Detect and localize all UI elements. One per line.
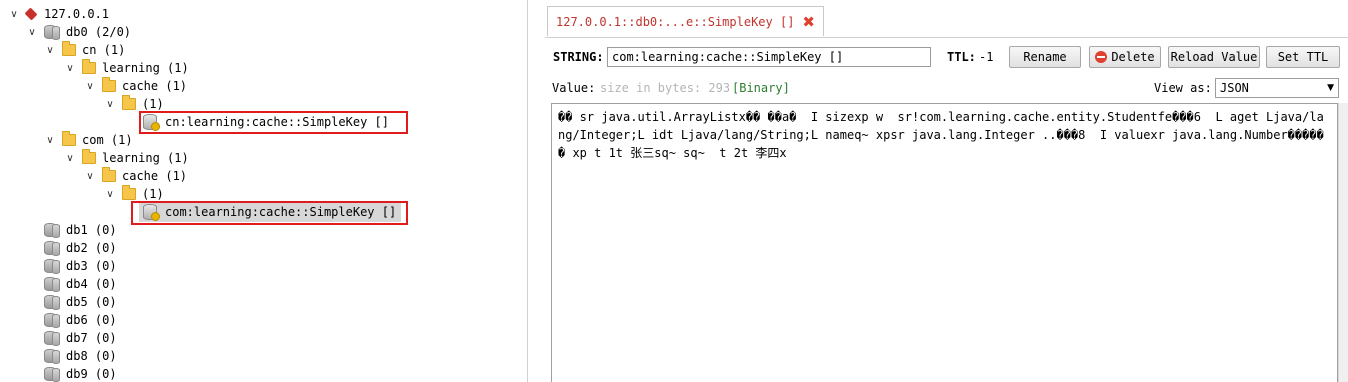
cn-key-label: cn:learning:cache::SimpleKey [] [165, 115, 389, 129]
tree-db0-node[interactable]: db0 (2/0) [44, 23, 131, 41]
tab-key-view[interactable]: 127.0.0.1::db0:...e::SimpleKey [] ✖ [547, 6, 824, 36]
database-icon [44, 349, 60, 364]
tree-db5-node[interactable]: db5 (0) [44, 293, 117, 311]
tree-db1-node[interactable]: db1 (0) [44, 221, 117, 239]
chevron-down-icon[interactable]: ∨ [64, 59, 76, 77]
tree-com-key-selected[interactable]: com:learning:cache::SimpleKey [] [143, 203, 396, 221]
db8-label: db8 (0) [66, 349, 117, 363]
rename-button-label: Rename [1023, 50, 1067, 64]
tree-db4-node[interactable]: db4 (0) [44, 275, 117, 293]
tree-com-folder[interactable]: com (1) [62, 131, 133, 149]
delete-icon [1095, 51, 1108, 63]
folder-icon [102, 77, 116, 92]
delete-button-label: Delete [1111, 50, 1155, 64]
tree-db3-node[interactable]: db3 (0) [44, 257, 117, 275]
view-as-value: JSON [1220, 81, 1249, 95]
chevron-down-icon[interactable]: ∨ [84, 167, 96, 185]
db5-label: db5 (0) [66, 295, 117, 309]
chevron-down-icon[interactable]: ∨ [44, 131, 56, 149]
cn-cache-label: cache (1) [122, 79, 188, 93]
db6-label: db6 (0) [66, 313, 117, 327]
chevron-down-icon[interactable]: ∨ [104, 95, 116, 113]
db3-label: db3 (0) [66, 259, 117, 273]
chevron-down-icon[interactable]: ∨ [8, 5, 20, 23]
binary-indicator: [Binary] [732, 81, 790, 95]
chevron-down-icon[interactable]: ∨ [44, 41, 56, 59]
tree-cn-cache-folder[interactable]: cache (1) [102, 77, 187, 95]
delete-button[interactable]: Delete [1089, 46, 1161, 68]
tree-db8-node[interactable]: db8 (0) [44, 347, 117, 365]
dropdown-arrow-icon: ▼ [1327, 83, 1334, 93]
value-size-hint: size in bytes: 293 [600, 81, 731, 95]
cn-folder-label: cn (1) [82, 43, 126, 57]
tree-cn-learning-folder[interactable]: learning (1) [82, 59, 189, 77]
database-icon [44, 313, 60, 328]
com-learning-label: learning (1) [102, 151, 189, 165]
string-key-icon [143, 114, 160, 131]
db2-label: db2 (0) [66, 241, 117, 255]
db0-label: db0 (2/0) [66, 25, 132, 39]
database-icon [44, 331, 60, 346]
set-ttl-button-label: Set TTL [1277, 50, 1329, 64]
rename-button[interactable]: Rename [1009, 46, 1081, 68]
chevron-down-icon[interactable]: ∨ [26, 23, 38, 41]
database-icon [44, 241, 60, 256]
tab-bar: 127.0.0.1::db0:...e::SimpleKey [] ✖ [545, 0, 1348, 38]
db7-label: db7 (0) [66, 331, 117, 345]
folder-icon [102, 167, 116, 182]
com-cache-label: cache (1) [122, 169, 188, 183]
tree-server-node[interactable]: 127.0.0.1 [24, 5, 109, 23]
tree-cn-folder[interactable]: cn (1) [62, 41, 125, 59]
value-scrollbar[interactable] [1338, 103, 1348, 382]
tree-com-learning-folder[interactable]: learning (1) [82, 149, 189, 167]
database-icon [44, 259, 60, 274]
chevron-down-icon[interactable]: ∨ [64, 149, 76, 167]
folder-icon [62, 41, 76, 56]
db1-label: db1 (0) [66, 223, 117, 237]
value-editor-panel: 127.0.0.1::db0:...e::SimpleKey [] ✖ STRI… [545, 0, 1348, 382]
tree-com-cache-folder[interactable]: cache (1) [102, 167, 187, 185]
folder-icon [122, 185, 136, 200]
ttl-value: -1 [979, 50, 994, 64]
db9-label: db9 (0) [66, 367, 117, 381]
value-text-area[interactable]: �� sr java.util.ArrayListx�� ��a� I size… [551, 103, 1338, 382]
reload-button-label: Reload Value [1170, 50, 1258, 64]
db4-label: db4 (0) [66, 277, 117, 291]
view-as-label: View as: [1154, 81, 1212, 95]
tree-cn-key[interactable]: cn:learning:cache::SimpleKey [] [143, 113, 389, 131]
tree-db9-node[interactable]: db9 (0) [44, 365, 117, 382]
database-icon [44, 223, 60, 238]
chevron-down-icon[interactable]: ∨ [104, 185, 116, 203]
folder-icon [82, 59, 96, 74]
database-icon [44, 277, 60, 292]
com-key-label: com:learning:cache::SimpleKey [] [165, 205, 397, 219]
redis-server-icon [24, 7, 38, 21]
tab-title: 127.0.0.1::db0:...e::SimpleKey [] [556, 14, 795, 29]
reload-value-button[interactable]: Reload Value [1168, 46, 1260, 68]
set-ttl-button[interactable]: Set TTL [1266, 46, 1340, 68]
database-icon [44, 25, 60, 40]
folder-icon [62, 131, 76, 146]
chevron-down-icon[interactable]: ∨ [84, 77, 96, 95]
view-as-select[interactable]: JSON ▼ [1215, 78, 1339, 98]
server-label: 127.0.0.1 [44, 7, 110, 21]
tree-db6-node[interactable]: db6 (0) [44, 311, 117, 329]
string-key-icon [143, 204, 160, 221]
tree-db7-node[interactable]: db7 (0) [44, 329, 117, 347]
key-type-label: STRING: [553, 50, 604, 64]
database-icon [44, 295, 60, 310]
value-label: Value: [552, 81, 596, 95]
com-folder-label: com (1) [82, 133, 133, 147]
folder-icon [82, 149, 96, 164]
cn-learning-label: learning (1) [102, 61, 189, 75]
close-icon[interactable]: ✖ [802, 13, 815, 31]
key-name-input[interactable]: com:learning:cache::SimpleKey [] [607, 47, 931, 67]
tree-db2-node[interactable]: db2 (0) [44, 239, 117, 257]
folder-icon [122, 95, 136, 110]
database-icon [44, 367, 60, 382]
key-tree-panel[interactable]: ∨ 127.0.0.1 ∨ db0 (2/0) ∨ cn (1) ∨ learn… [0, 0, 528, 382]
ttl-label: TTL: [947, 50, 976, 64]
